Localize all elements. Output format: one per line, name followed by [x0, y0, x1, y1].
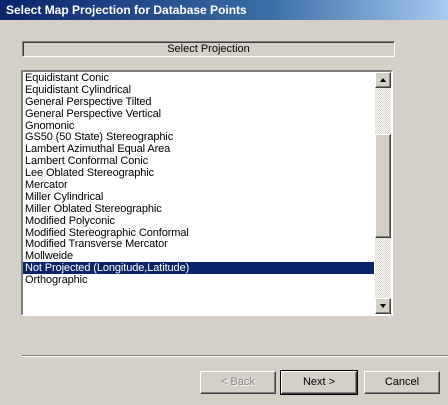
scrollbar-thumb[interactable] [375, 134, 391, 238]
back-button[interactable]: < Back [200, 371, 276, 394]
projection-listbox[interactable]: Equidistant Conic Equidistant Cylindrical… [21, 70, 393, 316]
select-projection-header: Select Projection [22, 41, 395, 57]
projection-list-item[interactable]: General Perspective Vertical [23, 108, 374, 120]
projection-list-item[interactable]: Equidistant Cylindrical [23, 84, 374, 96]
projection-list-item[interactable]: Mercator [23, 179, 374, 191]
projection-list-item[interactable]: Orthographic [23, 274, 374, 286]
projection-list-item[interactable]: Modified Stereographic Conformal [23, 227, 374, 239]
projection-list-item[interactable]: Lambert Conformal Conic [23, 155, 374, 167]
scroll-up-button[interactable] [375, 72, 391, 88]
projection-list-item[interactable]: Lee Oblated Stereographic [23, 167, 374, 179]
projection-list-item[interactable]: Mollweide [23, 250, 374, 262]
projection-list-item[interactable]: Miller Oblated Stereographic [23, 203, 374, 215]
projection-list-item[interactable]: General Perspective Tilted [23, 96, 374, 108]
window-title: Select Map Projection for Database Point… [0, 0, 448, 20]
projection-list-item[interactable]: GS50 (50 State) Stereographic [23, 131, 374, 144]
projection-list-items: Equidistant Conic Equidistant Cylindrical… [23, 72, 374, 286]
projection-list-item[interactable]: Miller Cylindrical [23, 191, 374, 203]
separator-line [22, 355, 448, 357]
next-button[interactable]: Next > [280, 370, 358, 395]
arrow-up-icon [380, 78, 386, 82]
scroll-down-button[interactable] [375, 298, 391, 314]
projection-list-item[interactable]: Modified Transverse Mercator [23, 238, 374, 251]
arrow-down-icon [380, 304, 386, 308]
projection-list-item[interactable]: Lambert Azimuthal Equal Area [23, 143, 374, 155]
projection-list-item[interactable]: Equidistant Conic [23, 72, 374, 84]
projection-list-item[interactable]: Modified Polyconic [23, 215, 374, 227]
projection-list-item[interactable]: Not Projected (Longitude,Latitude) [23, 262, 374, 274]
projection-list-item[interactable]: Gnomonic [23, 120, 374, 132]
cancel-button[interactable]: Cancel [364, 371, 440, 394]
vertical-scrollbar[interactable] [375, 72, 391, 314]
